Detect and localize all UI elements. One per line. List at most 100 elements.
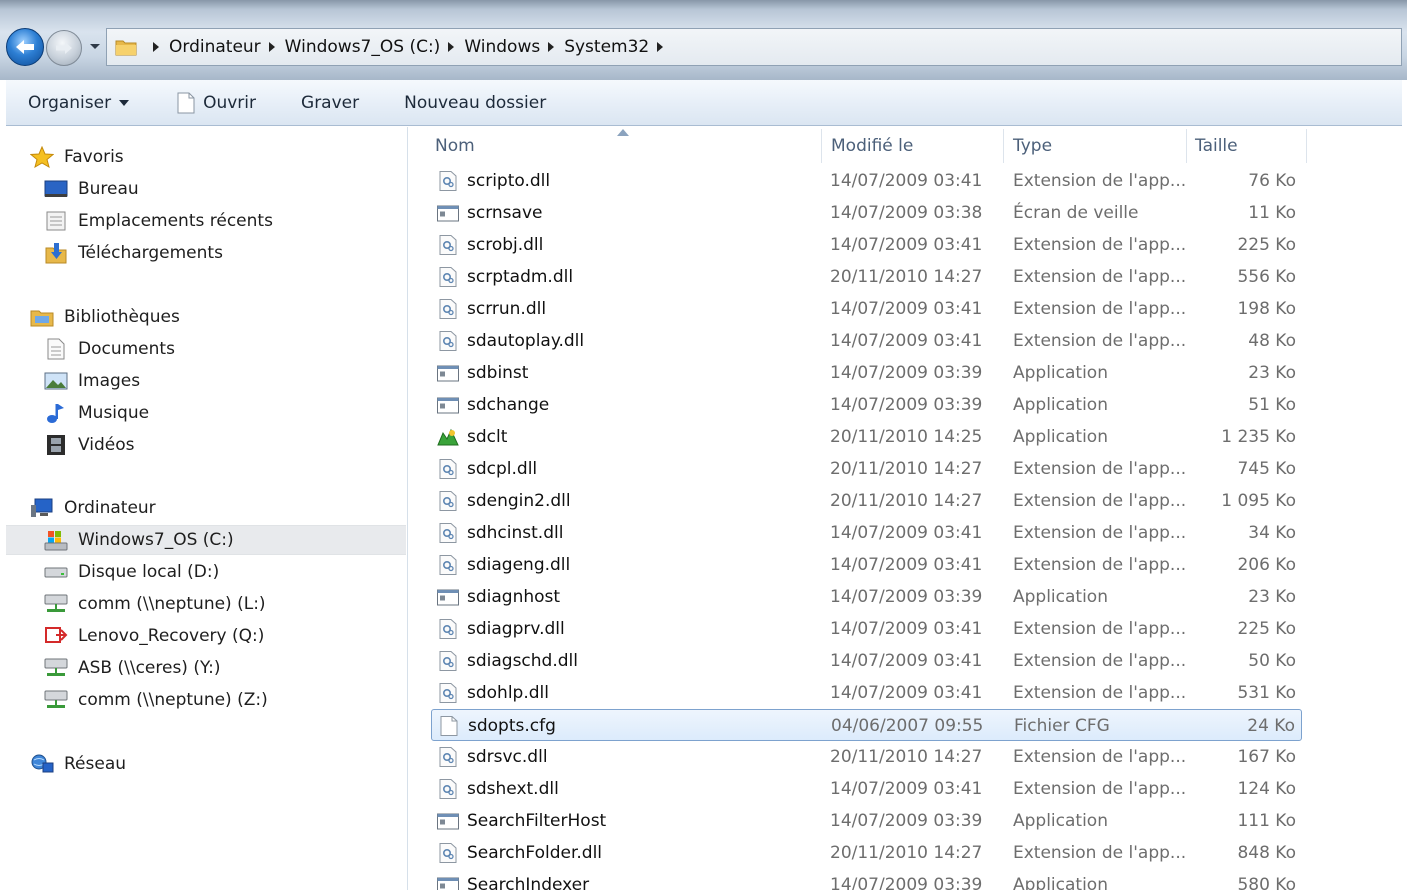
column-divider[interactable] [1306, 129, 1307, 163]
chevron-right-icon[interactable] [655, 41, 665, 53]
column-divider[interactable] [1003, 129, 1004, 163]
breadcrumb-item-drive-c[interactable]: Windows7_OS (C:) [285, 37, 441, 57]
nav-item-videos[interactable]: Vidéos [6, 430, 406, 460]
nav-item-drive-d[interactable]: Disque local (D:) [6, 557, 406, 587]
file-row[interactable]: SearchFolder.dll 20/11/2010 14:27 Extensio… [431, 837, 1302, 869]
app-window-icon [437, 587, 459, 607]
column-header-size[interactable]: Taille [1189, 127, 1305, 165]
file-row[interactable]: scrrun.dll 14/07/2009 03:41 Extension de l… [431, 293, 1302, 325]
breadcrumb[interactable]: Ordinateur Windows7_OS (C:) Windows Syst… [106, 28, 1402, 66]
new-folder-label: Nouveau dossier [404, 92, 547, 113]
file-size: 34 Ko [1248, 523, 1296, 543]
file-name: sdiagschd.dll [467, 651, 578, 671]
nav-item-label: Lenovo_Recovery (Q:) [78, 626, 265, 646]
file-row[interactable]: sdiagschd.dll 14/07/2009 03:41 Extension d… [431, 645, 1302, 677]
organize-button[interactable]: Organiser [28, 93, 130, 113]
file-type: Application [1013, 587, 1108, 607]
file-modified: 20/11/2010 14:27 [830, 843, 983, 863]
command-bar: Organiser Ouvrir Graver Nouveau dossier [6, 80, 1402, 126]
music-note-icon [47, 404, 64, 423]
file-row[interactable]: scrobj.dll 14/07/2009 03:41 Extension de l… [431, 229, 1302, 261]
file-row[interactable]: SearchIndexer 14/07/2009 03:39 Application… [431, 869, 1302, 890]
chevron-right-icon[interactable] [446, 41, 456, 53]
nav-item-label: Disque local (D:) [78, 562, 220, 582]
open-button[interactable]: Ouvrir [177, 92, 256, 114]
downloads-icon [45, 243, 67, 264]
file-name: sdiageng.dll [467, 555, 571, 575]
file-modified: 14/07/2009 03:41 [830, 619, 983, 639]
column-header-name-label: Nom [435, 136, 475, 156]
column-header-modified[interactable]: Modifié le [825, 127, 1003, 165]
file-row[interactable]: sdhcinst.dll 14/07/2009 03:41 Extension de… [431, 517, 1302, 549]
column-header-type[interactable]: Type [1007, 127, 1185, 165]
nav-item-documents[interactable]: Documents [6, 334, 406, 364]
nav-item-drive-c[interactable]: Windows7_OS (C:) [6, 525, 406, 555]
file-modified: 14/07/2009 03:41 [830, 651, 983, 671]
file-row[interactable]: scrptadm.dll 20/11/2010 14:27 Extension de… [431, 261, 1302, 293]
file-row[interactable]: sdcpl.dll 20/11/2010 14:27 Extension de l'… [431, 453, 1302, 485]
breadcrumb-item-computer[interactable]: Ordinateur [169, 37, 261, 57]
file-row[interactable]: sdautoplay.dll 14/07/2009 03:41 Extension … [431, 325, 1302, 357]
recovery-drive-icon [45, 627, 68, 643]
nav-item-recent-places[interactable]: Emplacements récents [6, 206, 406, 236]
chevron-right-icon[interactable] [267, 41, 277, 53]
file-modified: 14/07/2009 03:41 [830, 299, 983, 319]
column-divider[interactable] [821, 129, 822, 163]
column-divider[interactable] [1186, 129, 1187, 163]
forward-button[interactable] [46, 30, 82, 66]
file-size: 11 Ko [1248, 203, 1296, 223]
nav-favorites[interactable]: Favoris [6, 142, 406, 172]
file-row[interactable]: sdshext.dll 14/07/2009 03:41 Extension de … [431, 773, 1302, 805]
file-row[interactable]: sdengin2.dll 20/11/2010 14:27 Extension de… [431, 485, 1302, 517]
nav-libraries[interactable]: Bibliothèques [6, 302, 406, 332]
chevron-right-icon[interactable] [151, 41, 161, 53]
recent-pages-dropdown[interactable] [88, 40, 102, 54]
file-row[interactable]: sdclt 20/11/2010 14:25 Application 1 235 Ko [431, 421, 1302, 453]
file-row[interactable]: scrnsave 14/07/2009 03:38 Écran de veille 1… [431, 197, 1302, 229]
nav-item-label: comm (\\neptune) (L:) [78, 594, 266, 614]
file-row[interactable]: sdopts.cfg 04/06/2007 09:55 Fichier CFG 24 … [431, 709, 1302, 741]
nav-network-label: Réseau [64, 754, 127, 774]
file-type: Extension de l'app... [1013, 619, 1187, 639]
file-row[interactable]: sdrsvc.dll 20/11/2010 14:27 Extension de l… [431, 741, 1302, 773]
file-type: Application [1013, 811, 1108, 831]
file-modified: 20/11/2010 14:27 [830, 491, 983, 511]
nav-network[interactable]: Réseau [6, 749, 406, 779]
app-window-icon [437, 875, 459, 890]
nav-item-drive-q[interactable]: Lenovo_Recovery (Q:) [6, 621, 406, 651]
nav-item-downloads[interactable]: Téléchargements [6, 238, 406, 268]
file-row[interactable]: sdchange 14/07/2009 03:39 Application 51 Ko [431, 389, 1302, 421]
burn-button[interactable]: Graver [301, 93, 359, 113]
nav-item-music[interactable]: Musique [6, 398, 406, 428]
file-name: sdautoplay.dll [467, 331, 585, 351]
nav-item-drive-l[interactable]: comm (\\neptune) (L:) [6, 589, 406, 619]
app-window-icon [437, 395, 459, 415]
nav-computer[interactable]: Ordinateur [6, 493, 406, 523]
navigation-pane: Favoris Bureau Emplacements récents Télé… [6, 127, 408, 890]
nav-computer-label: Ordinateur [64, 498, 156, 518]
pictures-icon [44, 372, 68, 390]
file-modified: 14/07/2009 03:41 [830, 683, 983, 703]
file-modified: 14/07/2009 03:39 [830, 395, 983, 415]
file-row[interactable]: SearchFilterHost 14/07/2009 03:39 Applicat… [431, 805, 1302, 837]
new-folder-button[interactable]: Nouveau dossier [404, 93, 546, 113]
chevron-right-icon[interactable] [546, 41, 556, 53]
nav-item-drive-y[interactable]: ASB (\\ceres) (Y:) [6, 653, 406, 683]
file-row[interactable]: sdbinst 14/07/2009 03:39 Application 23 Ko [431, 357, 1302, 389]
breadcrumb-item-windows[interactable]: Windows [464, 37, 540, 57]
dll-icon [437, 523, 459, 543]
nav-item-label: Vidéos [78, 435, 135, 455]
nav-item-pictures[interactable]: Images [6, 366, 406, 396]
file-row[interactable]: sdiagprv.dll 14/07/2009 03:41 Extension de… [431, 613, 1302, 645]
file-row[interactable]: sdiagnhost 14/07/2009 03:39 Application 23 … [431, 581, 1302, 613]
file-row[interactable]: sdohlp.dll 14/07/2009 03:41 Extension de l… [431, 677, 1302, 709]
column-header-type-label: Type [1013, 136, 1053, 156]
back-button[interactable] [6, 28, 44, 66]
dll-icon [437, 619, 459, 639]
file-row[interactable]: scripto.dll 14/07/2009 03:41 Extension de … [431, 165, 1302, 197]
breadcrumb-item-system32[interactable]: System32 [564, 37, 649, 57]
file-row[interactable]: sdiageng.dll 14/07/2009 03:41 Extension de… [431, 549, 1302, 581]
nav-item-desktop[interactable]: Bureau [6, 174, 406, 204]
nav-item-drive-z[interactable]: comm (\\neptune) (Z:) [6, 685, 406, 715]
file-name: sdclt [467, 427, 508, 447]
